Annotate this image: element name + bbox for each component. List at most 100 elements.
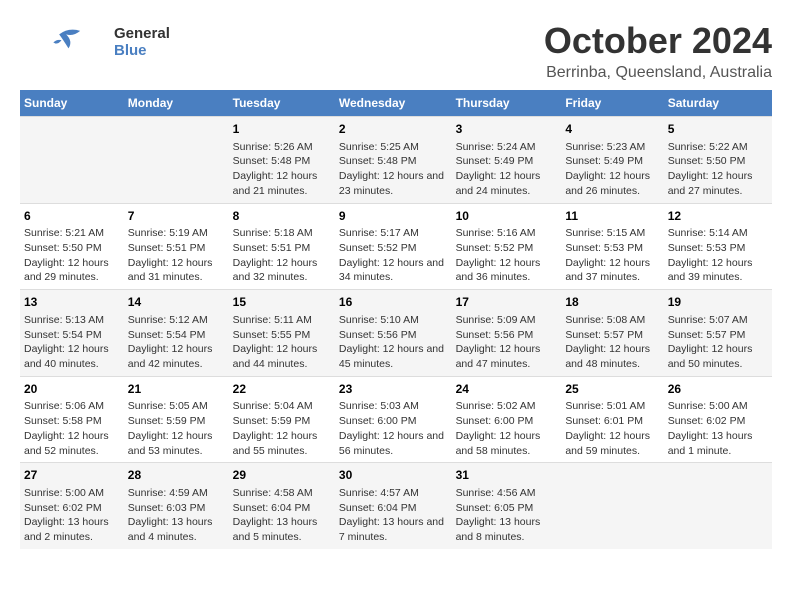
logo-bird-icon [20, 25, 110, 60]
header-sunday: Sunday [20, 90, 124, 117]
calendar-cell: 14 Sunrise: 5:12 AMSunset: 5:54 PMDayligh… [124, 290, 229, 377]
day-number: 8 [233, 208, 331, 225]
day-info: Sunrise: 5:15 AMSunset: 5:53 PMDaylight:… [565, 226, 659, 285]
calendar-cell: 26Sunrise: 5:00 AMSunset: 6:02 PMDayligh… [664, 376, 772, 463]
day-number: 6 [24, 208, 120, 225]
calendar-cell: 8Sunrise: 5:18 AMSunset: 5:51 PMDaylight… [229, 203, 335, 290]
day-number: 2 [339, 121, 448, 138]
calendar-cell: 1 Sunrise: 5:26 AMSunset: 5:48 PMDaylight… [229, 117, 335, 204]
day-number: 9 [339, 208, 448, 225]
day-number: 4 [565, 121, 659, 138]
calendar-cell: 25Sunrise: 5:01 AMSunset: 6:01 PMDayligh… [561, 376, 663, 463]
calendar-cell: 3 Sunrise: 5:24 AMSunset: 5:49 PMDaylight… [452, 117, 562, 204]
day-number: 19 [668, 294, 768, 311]
calendar-cell [664, 463, 772, 549]
day-number: 22 [233, 381, 331, 398]
calendar-cell: 16 Sunrise: 5:10 AMSunset: 5:56 PMDayligh… [335, 290, 452, 377]
calendar-cell: 21Sunrise: 5:05 AMSunset: 5:59 PMDayligh… [124, 376, 229, 463]
week-row-5: 27 Sunrise: 5:00 AMSunset: 6:02 PMDayligh… [20, 463, 772, 549]
header-friday: Friday [561, 90, 663, 117]
calendar-cell: 23Sunrise: 5:03 AMSunset: 6:00 PMDayligh… [335, 376, 452, 463]
calendar-cell: 12Sunrise: 5:14 AMSunset: 5:53 PMDayligh… [664, 203, 772, 290]
day-number: 3 [456, 121, 558, 138]
day-info: Sunrise: 5:26 AMSunset: 5:48 PMDaylight:… [233, 140, 331, 199]
day-info: Sunrise: 5:22 AMSunset: 5:50 PMDaylight:… [668, 140, 768, 199]
day-info: Sunrise: 5:00 AMSunset: 6:02 PMDaylight:… [668, 399, 768, 458]
title-block: October 2024 Berrinba, Queensland, Austr… [544, 20, 772, 82]
calendar-cell: 7Sunrise: 5:19 AMSunset: 5:51 PMDaylight… [124, 203, 229, 290]
day-number: 16 [339, 294, 448, 311]
calendar-cell: 28Sunrise: 4:59 AMSunset: 6:03 PMDayligh… [124, 463, 229, 549]
day-number: 27 [24, 467, 120, 484]
calendar-cell: 5Sunrise: 5:22 AMSunset: 5:50 PMDaylight… [664, 117, 772, 204]
location: Berrinba, Queensland, Australia [544, 64, 772, 82]
calendar-cell [561, 463, 663, 549]
calendar-cell: 20Sunrise: 5:06 AMSunset: 5:58 PMDayligh… [20, 376, 124, 463]
day-info: Sunrise: 5:05 AMSunset: 5:59 PMDaylight:… [128, 399, 225, 458]
logo-general: General [114, 26, 170, 43]
day-info: Sunrise: 5:00 AMSunset: 6:02 PMDaylight:… [24, 486, 120, 545]
calendar-cell: 24Sunrise: 5:02 AMSunset: 6:00 PMDayligh… [452, 376, 562, 463]
calendar-cell: 19 Sunrise: 5:07 AMSunset: 5:57 PMDayligh… [664, 290, 772, 377]
day-info: Sunrise: 5:01 AMSunset: 6:01 PMDaylight:… [565, 399, 659, 458]
header-tuesday: Tuesday [229, 90, 335, 117]
day-number: 23 [339, 381, 448, 398]
day-number: 24 [456, 381, 558, 398]
day-number: 17 [456, 294, 558, 311]
day-number: 29 [233, 467, 331, 484]
day-info: Sunrise: 5:07 AMSunset: 5:57 PMDaylight:… [668, 313, 768, 372]
day-info: Sunrise: 5:17 AMSunset: 5:52 PMDaylight:… [339, 226, 448, 285]
calendar-cell [124, 117, 229, 204]
month-title: October 2024 [544, 20, 772, 62]
logo: General Blue [20, 20, 170, 60]
calendar-cell: 2 Sunrise: 5:25 AMSunset: 5:48 PMDaylight… [335, 117, 452, 204]
day-info: Sunrise: 4:59 AMSunset: 6:03 PMDaylight:… [128, 486, 225, 545]
day-number: 30 [339, 467, 448, 484]
day-info: Sunrise: 5:11 AMSunset: 5:55 PMDaylight:… [233, 313, 331, 372]
day-number: 7 [128, 208, 225, 225]
calendar-cell: 4 Sunrise: 5:23 AMSunset: 5:49 PMDaylight… [561, 117, 663, 204]
day-number: 31 [456, 467, 558, 484]
day-number: 14 [128, 294, 225, 311]
day-info: Sunrise: 5:16 AMSunset: 5:52 PMDaylight:… [456, 226, 558, 285]
header-thursday: Thursday [452, 90, 562, 117]
day-info: Sunrise: 5:21 AMSunset: 5:50 PMDaylight:… [24, 226, 120, 285]
calendar-cell [20, 117, 124, 204]
day-info: Sunrise: 5:09 AMSunset: 5:56 PMDaylight:… [456, 313, 558, 372]
day-info: Sunrise: 5:25 AMSunset: 5:48 PMDaylight:… [339, 140, 448, 199]
header-wednesday: Wednesday [335, 90, 452, 117]
calendar-cell: 22Sunrise: 5:04 AMSunset: 5:59 PMDayligh… [229, 376, 335, 463]
logo-blue: Blue [114, 43, 170, 60]
day-info: Sunrise: 5:18 AMSunset: 5:51 PMDaylight:… [233, 226, 331, 285]
day-number: 20 [24, 381, 120, 398]
day-info: Sunrise: 4:56 AMSunset: 6:05 PMDaylight:… [456, 486, 558, 545]
day-number: 25 [565, 381, 659, 398]
day-number: 26 [668, 381, 768, 398]
day-info: Sunrise: 5:02 AMSunset: 6:00 PMDaylight:… [456, 399, 558, 458]
day-info: Sunrise: 5:08 AMSunset: 5:57 PMDaylight:… [565, 313, 659, 372]
day-number: 15 [233, 294, 331, 311]
day-number: 11 [565, 208, 659, 225]
day-number: 10 [456, 208, 558, 225]
day-info: Sunrise: 5:03 AMSunset: 6:00 PMDaylight:… [339, 399, 448, 458]
calendar-cell: 31 Sunrise: 4:56 AMSunset: 6:05 PMDayligh… [452, 463, 562, 549]
page-header: General Blue October 2024 Berrinba, Quee… [20, 20, 772, 82]
week-row-4: 20Sunrise: 5:06 AMSunset: 5:58 PMDayligh… [20, 376, 772, 463]
day-number: 1 [233, 121, 331, 138]
header-row: Sunday Monday Tuesday Wednesday Thursday… [20, 90, 772, 117]
day-number: 12 [668, 208, 768, 225]
day-info: Sunrise: 5:10 AMSunset: 5:56 PMDaylight:… [339, 313, 448, 372]
header-monday: Monday [124, 90, 229, 117]
calendar-cell: 18Sunrise: 5:08 AMSunset: 5:57 PMDayligh… [561, 290, 663, 377]
header-saturday: Saturday [664, 90, 772, 117]
day-info: Sunrise: 5:24 AMSunset: 5:49 PMDaylight:… [456, 140, 558, 199]
day-number: 13 [24, 294, 120, 311]
calendar-cell: 30Sunrise: 4:57 AMSunset: 6:04 PMDayligh… [335, 463, 452, 549]
day-info: Sunrise: 5:23 AMSunset: 5:49 PMDaylight:… [565, 140, 659, 199]
calendar-cell: 6Sunrise: 5:21 AMSunset: 5:50 PMDaylight… [20, 203, 124, 290]
day-info: Sunrise: 5:12 AMSunset: 5:54 PMDaylight:… [128, 313, 225, 372]
week-row-1: 1 Sunrise: 5:26 AMSunset: 5:48 PMDaylight… [20, 117, 772, 204]
calendar-cell: 15 Sunrise: 5:11 AMSunset: 5:55 PMDayligh… [229, 290, 335, 377]
calendar-cell: 11Sunrise: 5:15 AMSunset: 5:53 PMDayligh… [561, 203, 663, 290]
calendar-cell: 27 Sunrise: 5:00 AMSunset: 6:02 PMDayligh… [20, 463, 124, 549]
